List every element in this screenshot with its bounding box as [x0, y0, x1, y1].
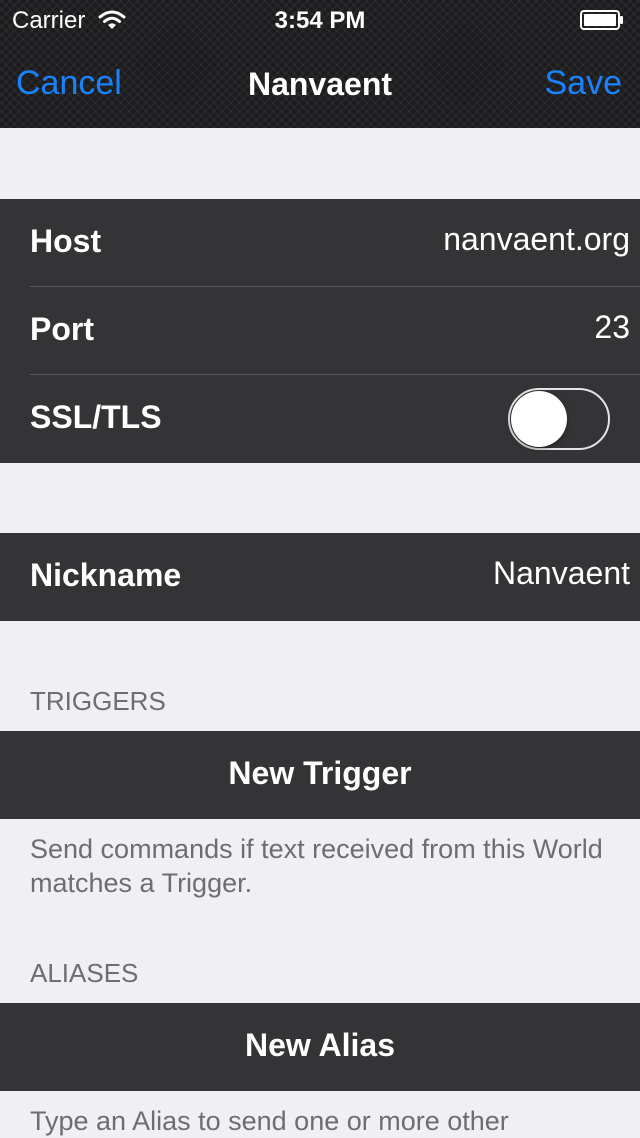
connection-group: Host nanvaent.org Port 23 SSL/TLS: [0, 199, 640, 463]
new-trigger-button[interactable]: New Trigger: [0, 731, 640, 819]
new-alias-label: New Alias: [245, 1027, 395, 1063]
new-alias-button[interactable]: New Alias: [0, 1003, 640, 1091]
aliases-footer: Type an Alias to send one or more other: [30, 1106, 509, 1136]
status-bar: Carrier 3:54 PM: [0, 0, 640, 40]
nickname-row[interactable]: Nickname Nanvaent: [0, 533, 640, 621]
host-row[interactable]: Host nanvaent.org: [0, 199, 640, 287]
navigation-bar: Carrier 3:54 PM Cancel Nanvaent Save: [0, 0, 640, 128]
nickname-field[interactable]: Nanvaent: [493, 555, 630, 592]
toggle-knob: [511, 391, 567, 447]
port-field[interactable]: 23: [594, 309, 630, 346]
cancel-button[interactable]: Cancel: [16, 64, 122, 103]
status-time: 3:54 PM: [274, 7, 366, 34]
aliases-header: ALIASES: [30, 958, 139, 988]
host-field[interactable]: nanvaent.org: [443, 221, 630, 258]
save-button[interactable]: Save: [545, 64, 623, 103]
ssl-row: SSL/TLS: [0, 375, 640, 463]
nickname-label: Nickname: [30, 557, 182, 593]
triggers-footer: Send commands if text received from this…: [30, 834, 603, 898]
ssl-toggle[interactable]: [508, 388, 610, 450]
port-row[interactable]: Port 23: [0, 287, 640, 375]
ssl-label: SSL/TLS: [30, 399, 162, 435]
new-trigger-label: New Trigger: [228, 755, 412, 791]
nickname-group: Nickname Nanvaent: [0, 533, 640, 621]
host-label: Host: [30, 223, 102, 259]
port-label: Port: [30, 311, 94, 347]
battery-icon: [580, 10, 623, 30]
triggers-header: TRIGGERS: [30, 686, 166, 716]
